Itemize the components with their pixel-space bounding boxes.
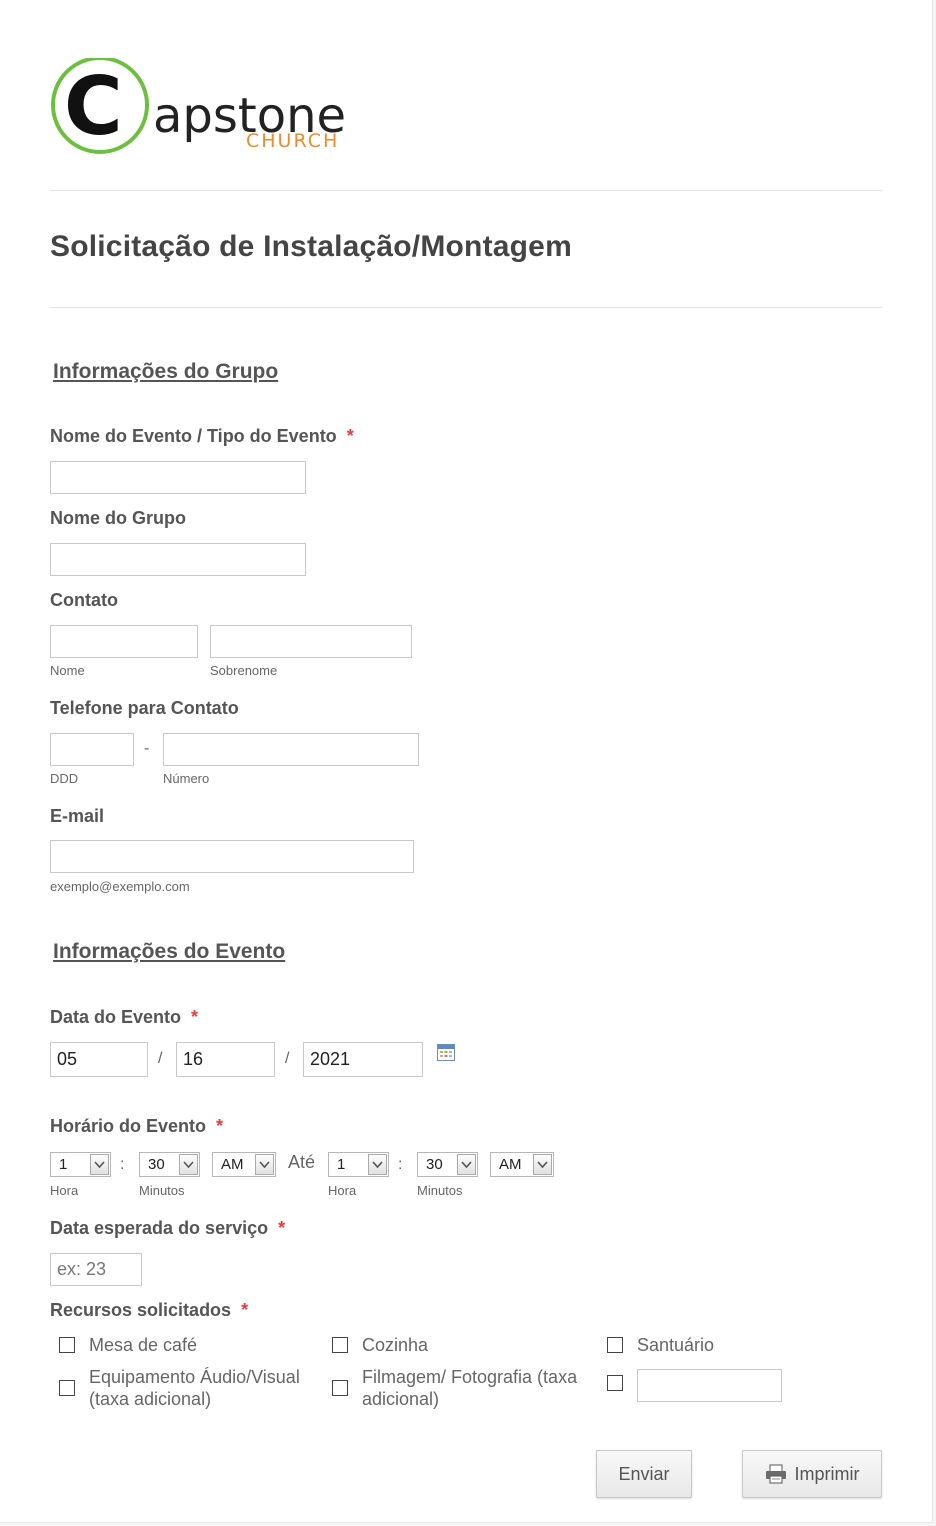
email-label: E-mail bbox=[50, 806, 105, 826]
chevron-down-icon bbox=[179, 1154, 198, 1175]
end-hour-select[interactable]: 1 bbox=[328, 1152, 389, 1177]
other-resource-input[interactable] bbox=[637, 1369, 782, 1402]
required-marker: * bbox=[241, 1300, 249, 1320]
required-marker: * bbox=[346, 426, 354, 446]
form-title: Solicitação de Instalação/Montagem bbox=[50, 230, 572, 263]
phone-number-input[interactable] bbox=[163, 733, 419, 766]
start-hour-select[interactable]: 1 bbox=[50, 1152, 111, 1177]
event-date-label: Data do Evento * bbox=[50, 1007, 199, 1027]
chevron-down-icon bbox=[533, 1154, 552, 1175]
time-colon: : bbox=[120, 1156, 125, 1173]
start-minutes-select[interactable]: 30 bbox=[139, 1152, 200, 1177]
end-hour-sublabel: Hora bbox=[328, 1183, 357, 1198]
first-name-input[interactable] bbox=[50, 625, 198, 658]
checkbox-label-kitchen: Cozinha bbox=[362, 1335, 429, 1355]
event-day-input[interactable] bbox=[176, 1042, 275, 1077]
time-colon: : bbox=[398, 1156, 403, 1173]
chevron-down-icon bbox=[368, 1154, 387, 1175]
service-date-input[interactable] bbox=[50, 1253, 142, 1286]
start-minutes-sublabel: Minutos bbox=[139, 1183, 185, 1198]
date-separator: / bbox=[285, 1050, 290, 1067]
email-sublabel: exemplo@exemplo.com bbox=[50, 879, 190, 894]
event-month-input[interactable] bbox=[50, 1042, 148, 1077]
last-name-sublabel: Sobrenome bbox=[210, 663, 278, 678]
group-name-input[interactable] bbox=[50, 543, 306, 576]
required-marker: * bbox=[278, 1218, 286, 1238]
event-year-input[interactable] bbox=[303, 1042, 423, 1077]
first-name-sublabel: Nome bbox=[50, 663, 85, 678]
section-heading-event: Informações do Evento bbox=[53, 940, 286, 963]
checkbox-kitchen[interactable] bbox=[332, 1337, 348, 1353]
checkbox-label-sanctuary: Santuário bbox=[637, 1335, 715, 1355]
end-minutes-sublabel: Minutos bbox=[417, 1183, 463, 1198]
event-name-input[interactable] bbox=[50, 461, 306, 494]
contact-label: Contato bbox=[50, 590, 118, 610]
print-button-label: Imprimir bbox=[794, 1463, 860, 1484]
group-name-label: Nome do Grupo bbox=[50, 508, 186, 528]
checkbox-label-coffee-table: Mesa de café bbox=[89, 1335, 198, 1355]
divider bbox=[50, 190, 882, 191]
logo-subtext: CHURCH bbox=[246, 130, 339, 152]
chevron-down-icon bbox=[457, 1154, 476, 1175]
phone-separator: - bbox=[144, 740, 150, 757]
printer-icon bbox=[765, 1464, 786, 1484]
submit-button[interactable]: Enviar bbox=[596, 1450, 692, 1498]
last-name-input[interactable] bbox=[210, 625, 412, 658]
checkbox-other[interactable] bbox=[607, 1375, 623, 1391]
event-name-label: Nome do Evento / Tipo do Evento * bbox=[50, 426, 354, 446]
checkbox-av-equipment[interactable] bbox=[59, 1380, 75, 1396]
end-ampm-select[interactable]: AM bbox=[490, 1152, 554, 1177]
capstone-church-logo: C apstone CHURCH bbox=[51, 58, 346, 154]
email-input[interactable] bbox=[50, 840, 414, 873]
checkbox-label-av-equipment: Equipamento Áudio/Visual (taxa adicional… bbox=[89, 1367, 300, 1409]
start-ampm-select[interactable]: AM bbox=[212, 1152, 276, 1177]
service-date-label: Data esperada do serviço * bbox=[50, 1218, 286, 1238]
checkbox-coffee-table[interactable] bbox=[59, 1337, 75, 1353]
checkbox-label-filming: Filmagem/ Fotografia (taxa adicional) bbox=[362, 1367, 578, 1409]
area-code-sublabel: DDD bbox=[50, 771, 79, 786]
resources-label: Recursos solicitados * bbox=[50, 1300, 249, 1320]
section-heading-group: Informações do Grupo bbox=[53, 360, 279, 383]
checkbox-sanctuary[interactable] bbox=[607, 1337, 623, 1353]
calendar-icon[interactable] bbox=[437, 1044, 455, 1061]
svg-text:C: C bbox=[64, 60, 123, 153]
checkbox-filming[interactable] bbox=[332, 1380, 348, 1396]
chevron-down-icon bbox=[255, 1154, 274, 1175]
phone-label: Telefone para Contato bbox=[50, 698, 239, 718]
time-until-label: Até bbox=[288, 1152, 316, 1172]
date-separator: / bbox=[158, 1050, 163, 1067]
chevron-down-icon bbox=[90, 1154, 109, 1175]
event-time-label: Horário do Evento * bbox=[50, 1116, 224, 1136]
required-marker: * bbox=[191, 1007, 199, 1027]
divider bbox=[50, 307, 882, 308]
area-code-input[interactable] bbox=[50, 733, 134, 766]
print-button[interactable]: Imprimir bbox=[742, 1450, 882, 1498]
end-minutes-select[interactable]: 30 bbox=[417, 1152, 478, 1177]
form-card: C apstone CHURCH Solicitação de Instalaç… bbox=[0, 0, 933, 1523]
phone-number-sublabel: Número bbox=[163, 771, 210, 786]
required-marker: * bbox=[216, 1116, 224, 1136]
start-hour-sublabel: Hora bbox=[50, 1183, 79, 1198]
